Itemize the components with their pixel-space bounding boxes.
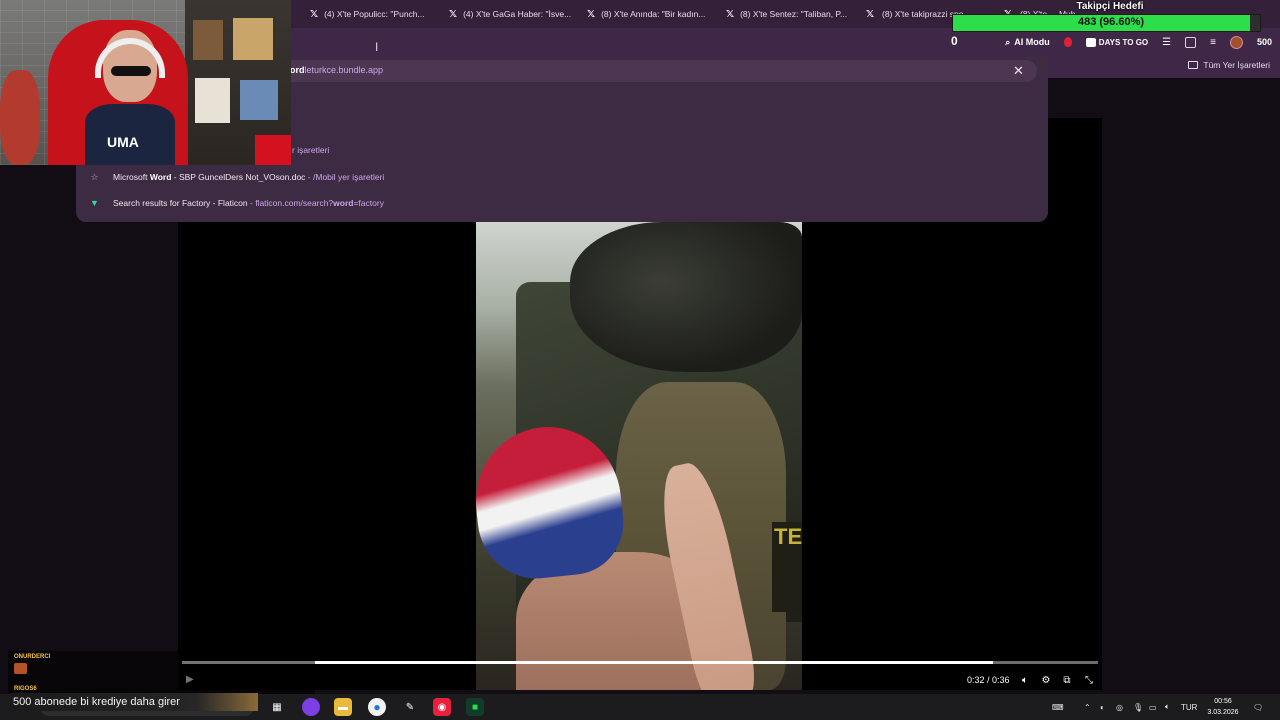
app-icon[interactable]: ■	[466, 698, 484, 716]
ai-mode-button[interactable]: ⌕ AI Modu	[1005, 37, 1050, 48]
tray-app-icon[interactable]: ◐	[1100, 700, 1105, 714]
calendar-icon	[1085, 37, 1096, 47]
chrome-icon[interactable]: ●	[368, 698, 386, 716]
folder-icon	[1188, 61, 1199, 69]
suggestion-title-post: - SBP GuncelDers Not_VOson.doc	[171, 172, 306, 182]
omnibox-clear-icon[interactable]: ✕	[1013, 63, 1024, 79]
subscriber-banner: 500 abonede bi krediye daha girer	[10, 693, 258, 711]
browser-tab[interactable]: 𝕏 (4) X'te GaGa Haber: "İsve... ✕	[449, 4, 577, 24]
settings-icon[interactable]: ⚙	[1039, 673, 1053, 687]
text-cursor-icon: I	[375, 40, 379, 54]
extension-counter[interactable]: 0	[951, 34, 958, 48]
suggestion-separator: -	[305, 172, 313, 182]
video-frame[interactable]: TE	[476, 222, 802, 690]
clock-date: 3.03.2026	[1207, 709, 1239, 716]
omnibox-text[interactable]: ordleturkce.bundle.app	[290, 65, 383, 75]
follower-goal-text: 483 (96.60%)	[1077, 16, 1145, 28]
extensions-icon[interactable]	[1185, 36, 1197, 48]
streamer: UMA	[85, 30, 175, 165]
star-icon: ☆	[90, 171, 99, 182]
turkish-flag	[255, 135, 291, 165]
paint-icon[interactable]: ✎	[401, 698, 419, 716]
flaticon-icon: ▼	[90, 198, 99, 208]
x-logo-icon: 𝕏	[587, 8, 596, 20]
x-logo-icon: 𝕏	[449, 8, 458, 20]
omnibox-text-rest: leturkce.bundle.app	[304, 65, 384, 75]
omnibox-text-bold: ord	[290, 65, 305, 75]
chat-emote-icon	[14, 663, 27, 674]
x-logo-icon: 𝕏	[310, 8, 319, 20]
chat-username: RIGOS6	[14, 686, 37, 692]
suggestion-title: Search results for Factory - Flaticon	[113, 198, 248, 208]
file-explorer-icon[interactable]: ▬	[334, 698, 352, 716]
screen: 𝕏 (4) X'te Populicc: "Punch... ✕ 𝕏 (4) X…	[0, 0, 1280, 720]
volume-icon[interactable]: 🔈︎	[1018, 673, 1032, 687]
profile-avatar[interactable]	[1229, 35, 1243, 49]
all-bookmarks-label: Tüm Yer İşaretleri	[1203, 60, 1270, 70]
omnibox-suggestion[interactable]: ☆ Microsoft Word - SBP GuncelDers Not_VO…	[76, 165, 1048, 189]
task-view-icon[interactable]: ▦	[268, 698, 286, 716]
video-gun	[570, 222, 802, 372]
score-value: 500	[1256, 37, 1272, 47]
tray-network-icon[interactable]: ◎	[1116, 700, 1123, 714]
video-time: 0:32 / 0:36	[967, 675, 1010, 685]
video-progress-bar[interactable]	[182, 661, 1098, 664]
follower-goal-title: Takipçi Hedefi	[1076, 1, 1144, 12]
tab-label: (8) X'te Sentez: "Taliban, P...	[740, 9, 848, 19]
copilot-icon[interactable]	[302, 698, 320, 716]
tab-label: (8) X'te Anında: "Bir kadın...	[601, 9, 706, 19]
webcam-arm	[0, 70, 40, 165]
sunglasses	[111, 66, 151, 76]
browser-tab[interactable]: 𝕏 (8) X'te Anında: "Bir kadın... ✕	[587, 4, 715, 24]
keyboard-icon[interactable]: ⌨	[1052, 700, 1064, 714]
monitor-icon[interactable]: ▭	[1149, 700, 1157, 714]
speaker-icon[interactable]: 🔈︎	[1165, 700, 1170, 714]
suggestion-url: /Mobil yer işaretleri	[313, 172, 385, 182]
list-icon[interactable]: ☰	[1162, 37, 1171, 48]
toolbar-actions: ⌕ AI Modu DAYS TO GO ☰ ≡ 500	[1005, 33, 1272, 51]
tab-label: (4) X'te GaGa Haber: "İsve...	[463, 9, 572, 19]
browser-tab[interactable]: 𝕏 (8) X'te Sentez: "Taliban, P... ✕	[726, 4, 854, 24]
search-sparkle-icon: ⌕	[1005, 36, 1011, 47]
notifications-icon[interactable]: 🗨︎	[1253, 700, 1263, 714]
all-bookmarks-button[interactable]: Tüm Yer İşaretleri	[1188, 60, 1270, 70]
suggestion-title-pre: Microsoft	[113, 172, 150, 182]
omnibox-suggestion[interactable]: ▼ Search results for Factory - Flaticon …	[76, 191, 1048, 215]
screen-recorder-icon[interactable]: ◉	[433, 698, 451, 716]
x-logo-icon: 𝕏	[865, 8, 875, 20]
suggestion-url-bold: word	[333, 198, 354, 208]
chat-username: ONURDERCI	[14, 654, 51, 660]
suggestion-url-post: =factory	[353, 198, 384, 208]
days-to-go-extension[interactable]: DAYS TO GO	[1085, 37, 1149, 47]
suggestion-title-bold: Word	[149, 172, 172, 182]
shirt-logo-text: UMA	[107, 134, 139, 150]
extension-red-icon[interactable]	[1063, 37, 1072, 47]
fullscreen-exit-icon[interactable]: ⤡	[1082, 673, 1096, 687]
tab-close-icon[interactable]: ✕	[437, 9, 438, 20]
suggestion-url-pre: flaticon.com/search?	[255, 198, 334, 208]
taskbar-clock[interactable]: 00:56 3.03.2026	[1203, 696, 1243, 718]
video-sign-text: TE	[772, 522, 802, 612]
tab-label: (4) X'te Populicc: "Punch...	[324, 9, 425, 19]
x-logo-icon: 𝕏	[726, 8, 735, 20]
days-to-go-label: DAYS TO GO	[1098, 37, 1149, 47]
clock-time: 00:56	[1214, 698, 1232, 705]
microphone-icon[interactable]: 🎙︎	[1133, 700, 1143, 714]
ai-mode-label: AI Modu	[1014, 37, 1050, 47]
suggestion-separator: -	[247, 198, 256, 208]
omnibox-partial-suggestion[interactable]: r işaretleri	[292, 145, 329, 155]
tray-chevron-icon[interactable]: ⌃	[1084, 700, 1091, 714]
omnibox-input[interactable]	[280, 60, 1037, 82]
language-indicator[interactable]: TUR	[1181, 700, 1197, 714]
media-controls-icon[interactable]: ≡	[1210, 37, 1216, 48]
streamer-webcam: UMA	[0, 0, 291, 165]
browser-tab[interactable]: 𝕏 (4) X'te Populicc: "Punch... ✕	[310, 4, 438, 24]
pip-icon[interactable]: ⧉	[1060, 673, 1074, 687]
